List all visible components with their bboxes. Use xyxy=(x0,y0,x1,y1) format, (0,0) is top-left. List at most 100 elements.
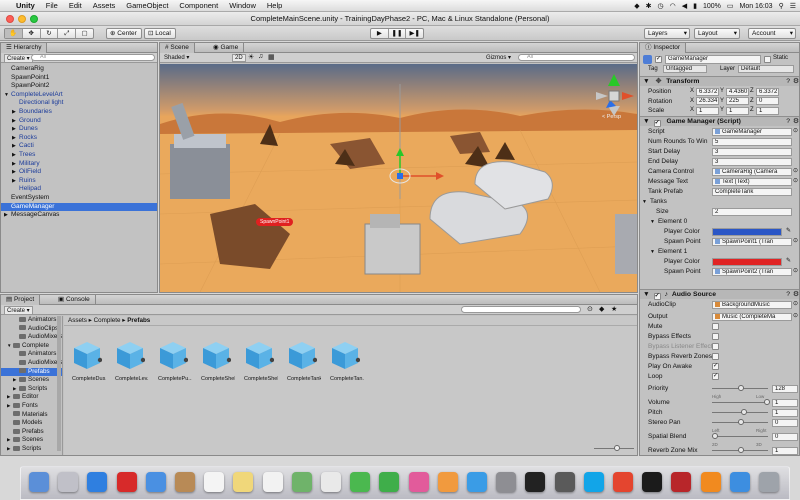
favorite-icon[interactable]: ★ xyxy=(611,305,617,313)
terminal-icon[interactable] xyxy=(642,472,663,492)
timemachine-icon[interactable]: ◷ xyxy=(657,2,663,10)
loop-checkbox[interactable]: ✓ xyxy=(712,373,719,380)
vlc-icon[interactable] xyxy=(700,472,721,492)
collapse-arrow-icon[interactable]: ▶ xyxy=(12,177,19,186)
object-picker-icon[interactable]: ⊙ xyxy=(793,312,798,321)
settings-gear-icon[interactable]: ⚙ xyxy=(793,290,799,300)
photos-icon[interactable] xyxy=(321,472,341,492)
asset-item[interactable]: CompleteTank xyxy=(287,340,321,382)
tab-project[interactable]: ▤ Project xyxy=(1,295,41,305)
z-field[interactable]: 0 xyxy=(756,97,779,106)
audio-clip-field[interactable]: BackgroundMusic xyxy=(712,300,792,309)
object-picker-icon[interactable]: ⊙ xyxy=(793,267,798,276)
layers-dropdown[interactable]: Layers ▾ xyxy=(644,28,690,39)
folder-item[interactable]: Materials xyxy=(1,411,62,420)
folder-item[interactable]: ▶ Scenes xyxy=(1,436,62,445)
folder-item[interactable]: Animators xyxy=(1,350,62,359)
hierarchy-item[interactable]: ▶ Ground xyxy=(1,117,157,126)
folder-item[interactable]: AudioClips xyxy=(1,325,62,334)
slider-knob[interactable] xyxy=(764,399,770,405)
component-enabled-checkbox[interactable]: ✓ xyxy=(653,293,661,300)
close-window-button[interactable] xyxy=(6,15,14,23)
object-picker-icon[interactable]: ⊙ xyxy=(793,177,798,186)
spawn-point-0-field[interactable]: SpawnPoint1 (Tran xyxy=(712,237,792,246)
object-picker-icon[interactable]: ⊙ xyxy=(793,127,798,136)
collapse-arrow-icon[interactable]: ▶ xyxy=(12,117,19,126)
object-picker-icon[interactable]: ⊙ xyxy=(793,167,798,176)
menu-window[interactable]: Window xyxy=(229,1,256,10)
player-color-0-field[interactable] xyxy=(712,227,782,236)
stereo-pan-slider[interactable] xyxy=(712,419,768,425)
output-field[interactable]: Music (CompleteMa xyxy=(712,312,792,321)
step-icon[interactable]: ▶❚ xyxy=(406,29,423,38)
spatial-blend-slider[interactable] xyxy=(712,433,768,439)
hierarchy-item[interactable]: GameManager xyxy=(1,202,157,212)
project-search-input[interactable] xyxy=(461,306,581,313)
hierarchy-item[interactable]: EventSystem xyxy=(1,194,157,203)
object-name-input[interactable]: GameManager xyxy=(665,55,761,64)
folder-item[interactable]: AudioMixers xyxy=(1,333,62,342)
reminders-icon[interactable] xyxy=(262,472,283,492)
trash-icon[interactable] xyxy=(759,472,779,492)
finder-icon[interactable] xyxy=(29,472,49,492)
help-icon[interactable]: ? xyxy=(786,117,790,127)
folder-item[interactable]: ▶ Editor xyxy=(1,393,62,402)
pivot-center-button[interactable]: ⊕ Center xyxy=(106,28,142,39)
project-create-button[interactable]: Create ▾ xyxy=(4,306,33,315)
bypass-listener-checkbox[interactable] xyxy=(712,343,719,350)
stereo-pan-slider-value[interactable]: 0 xyxy=(772,418,798,427)
launchpad-icon[interactable] xyxy=(58,472,79,492)
ibooks-icon[interactable] xyxy=(437,472,458,492)
slider-knob[interactable] xyxy=(712,433,718,439)
slider-knob[interactable] xyxy=(738,447,744,453)
xcode-icon[interactable] xyxy=(729,472,750,492)
notification-center-icon[interactable]: ☰ xyxy=(790,2,796,10)
hierarchy-search-input[interactable]: All xyxy=(31,54,155,61)
itunes-icon[interactable] xyxy=(408,472,429,492)
settings-gear-icon[interactable]: ⚙ xyxy=(793,117,799,127)
hierarchy-item[interactable]: ▶ MessageCanvas xyxy=(1,211,157,220)
volume-slider-value[interactable]: 1 xyxy=(772,398,798,407)
slider-knob[interactable] xyxy=(738,385,744,391)
spatial-blend-slider-value[interactable]: 0 xyxy=(772,432,798,441)
search-icon[interactable]: ⚲ xyxy=(779,2,784,10)
tab-scene[interactable]: # Scene xyxy=(160,43,195,53)
tab-hierarchy[interactable]: ☰ Hierarchy xyxy=(1,43,48,53)
asset-item[interactable]: CompleteShel... xyxy=(244,340,278,382)
hierarchy-item[interactable]: ▶ Trees xyxy=(1,151,157,160)
asset-item[interactable]: CompleteTan... xyxy=(330,340,364,382)
hand-tool-icon[interactable]: ✋ xyxy=(5,29,23,38)
folder-item[interactable]: ▶ Fonts xyxy=(1,402,62,411)
appstore-icon[interactable] xyxy=(467,472,487,492)
play-icon[interactable]: ▶ xyxy=(371,29,389,38)
dropbox-icon[interactable]: ◆ xyxy=(634,2,639,10)
y-field[interactable]: 225 xyxy=(726,97,749,106)
y-field[interactable]: 4.4360 xyxy=(726,87,749,96)
folder-item[interactable]: ▶ Scripts xyxy=(1,445,62,454)
component-enabled-checkbox[interactable]: ✓ xyxy=(653,120,661,127)
hierarchy-create-button[interactable]: Create ▾ xyxy=(4,54,33,63)
persp-label[interactable]: < Persp xyxy=(602,114,621,120)
lighting-icon[interactable]: ☀ xyxy=(248,53,254,61)
scene-search-input[interactable]: All xyxy=(518,54,635,61)
hierarchy-item[interactable]: ▶ Rocks xyxy=(1,134,157,143)
pitch-slider[interactable] xyxy=(712,409,768,415)
preferences-icon[interactable] xyxy=(496,472,517,492)
hierarchy-item[interactable]: ▶ Cacti xyxy=(1,142,157,151)
messages-icon[interactable] xyxy=(350,472,371,492)
settings-gear-icon[interactable]: ⚙ xyxy=(793,77,799,87)
expand-arrow-icon[interactable]: ▼ xyxy=(642,199,647,205)
eyedropper-icon[interactable]: ✎ xyxy=(786,227,791,236)
x-field[interactable]: 26.334 xyxy=(696,97,719,106)
mute-checkbox[interactable] xyxy=(712,323,719,330)
notes-icon[interactable] xyxy=(233,472,254,492)
pivot-local-button[interactable]: ⊡ Local xyxy=(144,28,176,39)
battery-icon[interactable]: ▭ xyxy=(727,2,734,10)
gizmos-dropdown[interactable]: Gizmos ▾ xyxy=(486,54,511,61)
spawnpoint-label[interactable]: SpawnPoint1 xyxy=(256,218,294,226)
opera-icon[interactable] xyxy=(116,472,137,492)
tank-prefab-field[interactable]: CompleteTank xyxy=(712,187,792,196)
collapse-arrow-icon[interactable]: ▶ xyxy=(12,134,19,143)
breadcrumb-prefabs[interactable]: Prefabs xyxy=(127,317,150,324)
object-picker-icon[interactable]: ⊙ xyxy=(793,237,798,246)
